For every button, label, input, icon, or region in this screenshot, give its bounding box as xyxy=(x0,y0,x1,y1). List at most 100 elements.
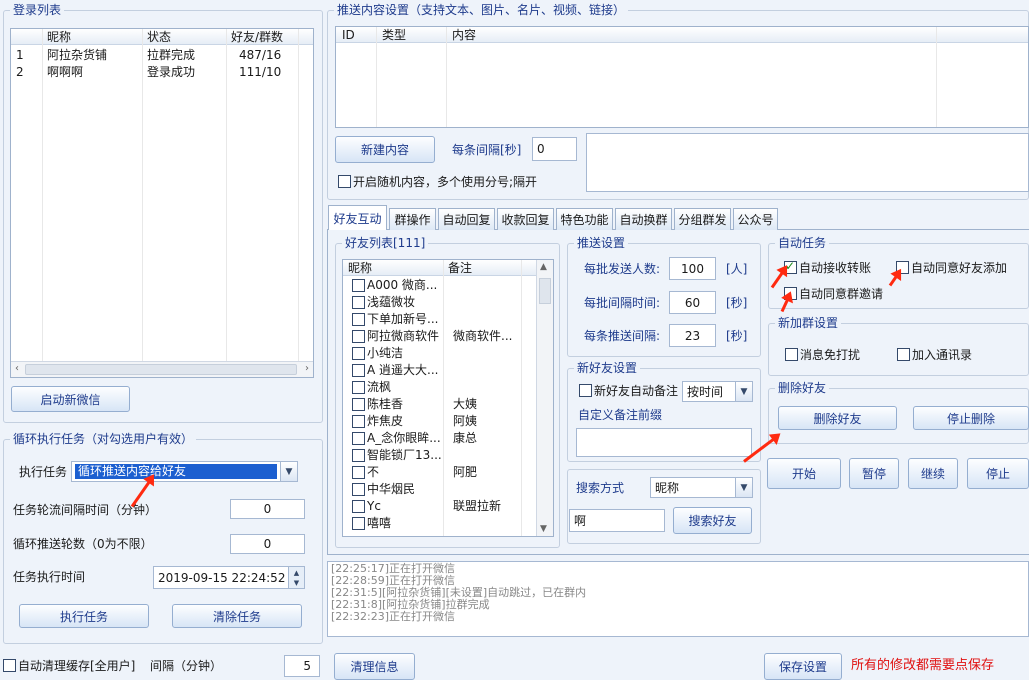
friend-row[interactable]: 流枫 xyxy=(347,379,535,396)
friend-row[interactable]: A_念你眼眸... 康总 xyxy=(347,430,535,447)
stop-delete-button[interactable]: 停止删除 xyxy=(913,406,1029,430)
tab-friend-interaction[interactable]: 好友互动 xyxy=(328,205,387,230)
friend-row[interactable]: Yc 联盟拉新 xyxy=(347,498,535,515)
new-friend-title: 新好友设置 xyxy=(574,360,641,376)
friend-row[interactable]: A 逍遥大大... xyxy=(347,362,535,379)
add-contacts-checkbox[interactable] xyxy=(897,348,910,361)
random-content-textarea[interactable] xyxy=(586,133,1029,192)
friend-row[interactable]: 下单加新号... xyxy=(347,311,535,328)
task-select[interactable]: 循环推送内容给好友 ▼ xyxy=(71,461,298,482)
clear-info-button[interactable]: 清理信息 xyxy=(334,653,415,680)
friend-checkbox[interactable] xyxy=(352,347,365,360)
friend-checkbox[interactable] xyxy=(352,364,365,377)
search-input[interactable]: 啊 xyxy=(569,509,665,532)
friend-row[interactable]: 中华烟民 xyxy=(347,481,535,498)
tab-group-broadcast[interactable]: 分组群发 xyxy=(674,208,731,230)
start-new-wechat-button[interactable]: 启动新微信 xyxy=(11,386,130,412)
tab-special-features[interactable]: 特色功能 xyxy=(556,208,613,230)
friend-checkbox[interactable] xyxy=(352,279,365,292)
add-contacts-label: 加入通讯录 xyxy=(912,348,973,362)
scroll-thumb[interactable] xyxy=(25,364,297,375)
friend-row[interactable]: 阿拉微商软件 微商软件... xyxy=(347,328,535,345)
auto-task-title: 自动任务 xyxy=(775,235,830,251)
pause-button[interactable]: 暂停 xyxy=(849,458,899,489)
mute-checkbox[interactable] xyxy=(785,348,798,361)
start-button[interactable]: 开始 xyxy=(767,458,841,489)
friend-checkbox[interactable] xyxy=(352,483,365,496)
friend-row[interactable]: 炸焦皮 阿姨 xyxy=(347,413,535,430)
table-row[interactable]: 1 阿拉杂货铺 拉群完成 487/16 xyxy=(11,47,313,64)
resume-button[interactable]: 继续 xyxy=(908,458,958,489)
interval-input[interactable]: 0 xyxy=(230,499,305,519)
vertical-scrollbar[interactable]: ▲ ▼ xyxy=(536,260,553,536)
friend-row[interactable]: 嘻嘻 xyxy=(347,515,535,532)
spin-icon[interactable]: ▲ ▼ xyxy=(288,567,304,588)
tab-official-account[interactable]: 公众号 xyxy=(733,208,778,230)
search-mode-select[interactable]: 昵称 ▼ xyxy=(650,477,753,498)
content-interval-input[interactable]: 0 xyxy=(532,137,577,161)
datetime-picker[interactable]: 2019-09-15 22:24:52 ▲ ▼ xyxy=(153,566,305,589)
item-interval-input[interactable]: 23 xyxy=(669,324,716,347)
scroll-up-icon[interactable]: ▲ xyxy=(540,262,547,272)
friend-checkbox[interactable] xyxy=(352,432,365,445)
friend-checkbox[interactable] xyxy=(352,296,365,309)
friend-name: 下单加新号... xyxy=(367,312,439,326)
chevron-down-icon[interactable]: ▼ xyxy=(280,462,297,481)
friend-checkbox[interactable] xyxy=(352,517,365,530)
friend-row[interactable]: 小纯洁 xyxy=(347,345,535,362)
search-friend-button[interactable]: 搜索好友 xyxy=(673,507,752,534)
batch-interval-input[interactable]: 60 xyxy=(669,291,716,314)
auto-clean-checkbox[interactable] xyxy=(3,659,16,672)
friend-checkbox[interactable] xyxy=(352,313,365,326)
auto-remark-checkbox[interactable] xyxy=(579,384,592,397)
friend-checkbox[interactable] xyxy=(352,398,365,411)
auto-clean-interval-input[interactable]: 5 xyxy=(284,655,320,677)
stop-button[interactable]: 停止 xyxy=(967,458,1029,489)
horizontal-scrollbar[interactable]: ‹ › xyxy=(11,361,313,377)
scroll-thumb[interactable] xyxy=(539,278,551,304)
scroll-right-icon[interactable]: › xyxy=(305,363,309,374)
content-table[interactable]: ID 类型 内容 xyxy=(335,26,1029,128)
friend-row[interactable]: 陈桂香 大姨 xyxy=(347,396,535,413)
login-table[interactable]: 昵称 状态 好友/群数 1 阿拉杂货铺 拉群完成 487/16 2 啊啊啊 登录… xyxy=(10,28,314,378)
rounds-input[interactable]: 0 xyxy=(230,534,305,554)
table-row[interactable]: 2 啊啊啊 登录成功 111/10 xyxy=(11,64,313,81)
time-label: 任务执行时间 xyxy=(13,570,86,584)
tab-auto-reply[interactable]: 自动回复 xyxy=(438,208,495,230)
friend-checkbox[interactable] xyxy=(352,466,365,479)
friend-table[interactable]: 昵称 备注 A000 微商... 浅蕴微妆 下单加新号... 阿拉微商软件 微商软件..… xyxy=(342,259,554,537)
new-content-button[interactable]: 新建内容 xyxy=(335,136,435,163)
friend-row[interactable]: 不 阿肥 xyxy=(347,464,535,481)
tab-group-operations[interactable]: 群操作 xyxy=(389,208,436,230)
per-batch-input[interactable]: 100 xyxy=(669,257,716,280)
chevron-down-icon[interactable]: ▼ xyxy=(735,382,752,401)
tab-auto-switch-group[interactable]: 自动换群 xyxy=(615,208,672,230)
remark-prefix-input[interactable] xyxy=(576,428,752,457)
execute-task-button[interactable]: 执行任务 xyxy=(19,604,149,628)
row-index: 2 xyxy=(16,65,24,79)
friend-checkbox[interactable] xyxy=(352,330,365,343)
random-content-checkbox[interactable] xyxy=(338,175,351,188)
friend-checkbox[interactable] xyxy=(352,449,365,462)
friend-name: 嘻嘻 xyxy=(367,516,392,530)
datetime-value: 2019-09-15 22:24:52 xyxy=(158,570,286,585)
clear-task-button[interactable]: 清除任务 xyxy=(172,604,302,628)
delete-friend-button[interactable]: 删除好友 xyxy=(778,406,897,430)
tab-payment-reply[interactable]: 收款回复 xyxy=(497,208,554,230)
friend-checkbox[interactable] xyxy=(352,415,365,428)
friend-row[interactable]: A000 微商... xyxy=(347,277,535,294)
friend-checkbox[interactable] xyxy=(352,381,365,394)
chevron-down-icon[interactable]: ▼ xyxy=(735,478,752,497)
login-list-title: 登录列表 xyxy=(10,2,65,18)
search-mode-value: 昵称 xyxy=(655,481,680,495)
save-settings-button[interactable]: 保存设置 xyxy=(764,653,842,680)
remark-mode-select[interactable]: 按时间 ▼ xyxy=(682,381,753,402)
push-content-title: 推送内容设置（支持文本、图片、名片、视频、链接） xyxy=(334,2,629,18)
interval-label: 任务轮流间隔时间（分钟） xyxy=(13,503,158,517)
col-nickname: 昵称 xyxy=(47,30,72,44)
friend-row[interactable]: 智能锁厂13... xyxy=(347,447,535,464)
friend-checkbox[interactable] xyxy=(352,500,365,513)
friend-row[interactable]: 浅蕴微妆 xyxy=(347,294,535,311)
scroll-left-icon[interactable]: ‹ xyxy=(15,363,19,374)
scroll-down-icon[interactable]: ▼ xyxy=(540,524,547,534)
